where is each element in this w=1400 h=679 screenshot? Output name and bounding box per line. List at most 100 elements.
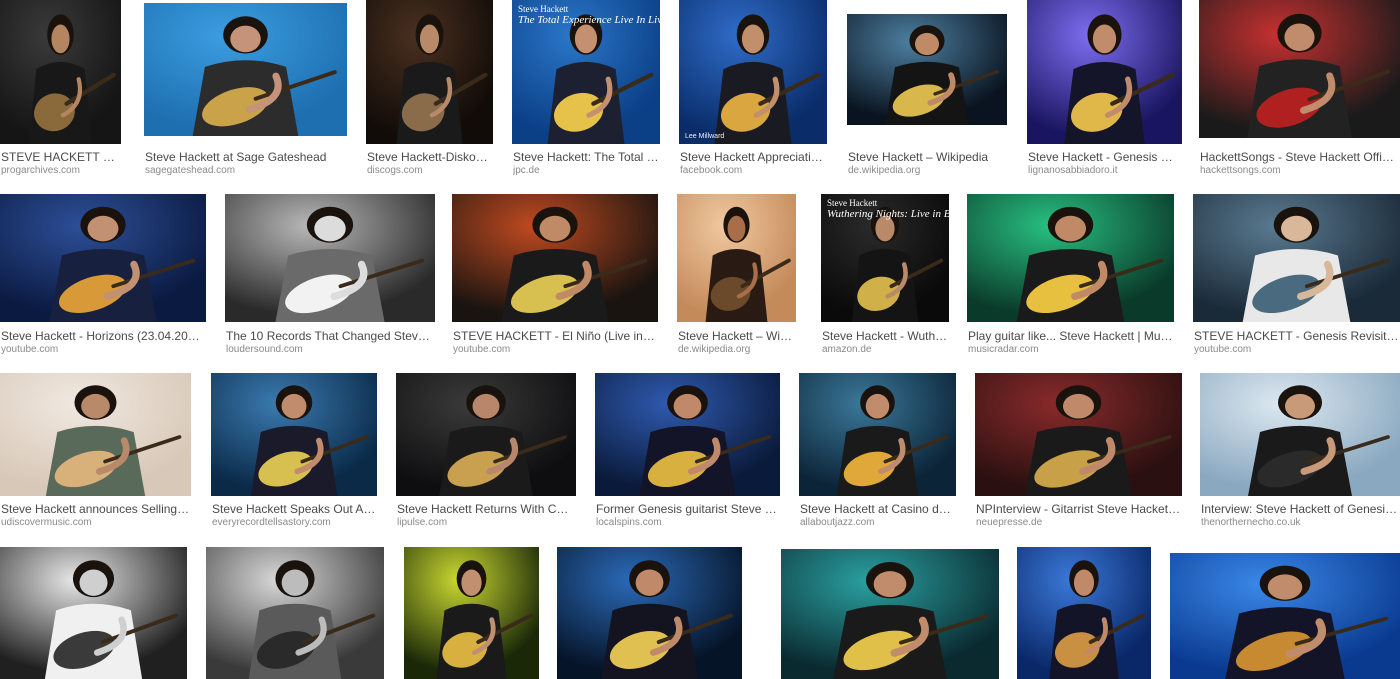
result-title[interactable]: NPInterview - Gitarrist Steve Hackett üb… bbox=[976, 502, 1181, 516]
thumbnail-photo bbox=[0, 0, 121, 144]
image-result[interactable]: Steve Hackett - Horizons (23.04.2014, Cr… bbox=[0, 194, 206, 355]
image-result[interactable]: Steve Hackett at Casino du Lac Le...alla… bbox=[799, 373, 956, 528]
image-result[interactable]: Steve Hackett at Sage Gateshead sagegates… bbox=[144, 3, 347, 176]
image-result[interactable]: Steve Hackett – Wikipediade.wikipedia.or… bbox=[677, 194, 796, 355]
image-result[interactable]: Steve Hackett – Wikipediade.wikipedia.or… bbox=[847, 14, 1007, 176]
result-thumbnail[interactable] bbox=[595, 373, 780, 496]
result-domain: udiscovermusic.com bbox=[1, 517, 92, 528]
result-thumbnail[interactable] bbox=[452, 194, 658, 322]
result-domain: jpc.de bbox=[513, 165, 540, 176]
result-thumbnail[interactable]: Lee Millward bbox=[679, 0, 827, 144]
result-title[interactable]: Steve Hackett – Wikipedia bbox=[848, 150, 1006, 164]
result-thumbnail[interactable] bbox=[557, 547, 742, 679]
image-result[interactable] bbox=[1017, 547, 1151, 679]
result-thumbnail[interactable] bbox=[206, 547, 384, 679]
image-result[interactable]: Steve Hackett Returns With Career-Spa...… bbox=[396, 373, 576, 528]
result-thumbnail[interactable]: Steve HackettWuthering Nights: Live in B… bbox=[821, 194, 949, 322]
result-thumbnail[interactable] bbox=[396, 373, 576, 496]
cover-artist-text: Steve Hackett bbox=[518, 4, 569, 14]
result-title[interactable]: Steve Hackett Returns With Career-Spa... bbox=[397, 502, 575, 516]
image-result[interactable]: Steve Hackett - Genesis Revival ...ligna… bbox=[1027, 0, 1182, 176]
result-thumbnail[interactable] bbox=[0, 0, 121, 144]
result-thumbnail[interactable] bbox=[677, 194, 796, 322]
result-thumbnail[interactable] bbox=[781, 549, 999, 679]
result-thumbnail[interactable] bbox=[0, 373, 191, 496]
image-result[interactable]: The 10 Records That Changed Steve Hacket… bbox=[225, 194, 435, 355]
image-result[interactable] bbox=[0, 547, 187, 679]
result-thumbnail[interactable] bbox=[975, 373, 1182, 496]
result-title[interactable]: Steve Hackett announces Selling England … bbox=[1, 502, 190, 516]
image-result[interactable]: Steve Hackett-Diskographi...discogs.com bbox=[366, 0, 493, 176]
thumbnail-photo bbox=[975, 373, 1182, 496]
result-thumbnail[interactable] bbox=[967, 194, 1174, 322]
result-title[interactable]: Steve Hackett - Horizons (23.04.2014, Cr… bbox=[1, 329, 205, 343]
thumbnail-photo bbox=[967, 194, 1174, 322]
image-result[interactable]: Former Genesis guitarist Steve Hackett h… bbox=[595, 373, 780, 528]
result-title[interactable]: Steve Hackett - Genesis Revival ... bbox=[1028, 150, 1181, 164]
result-thumbnail[interactable] bbox=[1170, 553, 1400, 679]
thumbnail-photo bbox=[396, 373, 576, 496]
result-thumbnail[interactable] bbox=[1027, 0, 1182, 144]
result-title[interactable]: Interview: Steve Hackett of Genesis ahea… bbox=[1201, 502, 1399, 516]
result-title[interactable]: STEVE HACKETT discogr... bbox=[1, 150, 120, 164]
result-title[interactable]: Steve Hackett at Sage Gateshead bbox=[145, 150, 346, 164]
result-domain: musicradar.com bbox=[968, 344, 1039, 355]
result-title[interactable]: The 10 Records That Changed Steve Hacket… bbox=[226, 329, 434, 343]
image-result[interactable]: Steve HackettWuthering Nights: Live in B… bbox=[821, 194, 949, 355]
result-thumbnail[interactable] bbox=[144, 3, 347, 136]
result-thumbnail[interactable] bbox=[0, 194, 206, 322]
result-domain: sagegateshead.com bbox=[145, 165, 236, 176]
result-thumbnail[interactable] bbox=[1199, 0, 1400, 138]
result-title[interactable]: STEVE HACKETT - El Niño (Live in Birming… bbox=[453, 329, 657, 343]
cover-artist-text: Steve Hackett bbox=[827, 198, 878, 208]
result-title[interactable]: Steve Hackett – Wikipedia bbox=[678, 329, 795, 343]
thumbnail-photo bbox=[0, 373, 191, 496]
result-thumbnail[interactable] bbox=[0, 547, 187, 679]
image-result[interactable] bbox=[781, 549, 999, 679]
result-thumbnail[interactable] bbox=[404, 547, 539, 679]
result-domain: youtube.com bbox=[453, 344, 511, 355]
result-title[interactable]: Play guitar like... Steve Hackett | Musi… bbox=[968, 329, 1173, 343]
image-result[interactable]: Play guitar like... Steve Hackett | Musi… bbox=[967, 194, 1174, 355]
image-result[interactable]: STEVE HACKETT - El Niño (Live in Birming… bbox=[452, 194, 658, 355]
result-thumbnail[interactable]: Steve Hackett The Total Experience Live I… bbox=[512, 0, 660, 144]
result-title[interactable]: Former Genesis guitarist Steve Hackett h… bbox=[596, 502, 779, 516]
result-domain: discogs.com bbox=[367, 165, 423, 176]
image-result[interactable] bbox=[404, 547, 539, 679]
image-result[interactable] bbox=[206, 547, 384, 679]
result-thumbnail[interactable] bbox=[1017, 547, 1151, 679]
result-thumbnail[interactable] bbox=[799, 373, 956, 496]
result-title[interactable]: HackettSongs - Steve Hackett Official We… bbox=[1200, 150, 1399, 164]
image-result[interactable] bbox=[1170, 553, 1400, 679]
thumbnail-photo bbox=[1199, 0, 1400, 138]
image-result[interactable]: Steve Hackett The Total Experience Live I… bbox=[512, 0, 660, 176]
image-result[interactable]: Lee Millward Steve Hackett Appreciation S… bbox=[679, 0, 827, 176]
result-title[interactable]: Steve Hackett Speaks Out About Re... bbox=[212, 502, 376, 516]
result-domain: neuepresse.de bbox=[976, 517, 1043, 528]
result-thumbnail[interactable] bbox=[211, 373, 377, 496]
result-thumbnail[interactable] bbox=[225, 194, 435, 322]
result-title[interactable]: Steve Hackett: The Total Experi... bbox=[513, 150, 659, 164]
image-result[interactable] bbox=[557, 547, 742, 679]
result-domain: allaboutjazz.com bbox=[800, 517, 875, 528]
result-title[interactable]: Steve Hackett Appreciation Soci... bbox=[680, 150, 826, 164]
image-result[interactable]: Steve Hackett Speaks Out About Re...ever… bbox=[211, 373, 377, 528]
thumbnail-photo bbox=[1170, 553, 1400, 679]
image-result[interactable]: Interview: Steve Hackett of Genesis ahea… bbox=[1200, 373, 1400, 528]
result-thumbnail[interactable] bbox=[366, 0, 493, 144]
image-result[interactable]: STEVE HACKETT discogr...progarchives.com bbox=[0, 0, 121, 176]
result-title[interactable]: STEVE HACKETT - Genesis Revisited: Live … bbox=[1194, 329, 1399, 343]
thumbnail-photo bbox=[211, 373, 377, 496]
result-title[interactable]: Steve Hackett-Diskographi... bbox=[367, 150, 492, 164]
image-result[interactable]: NPInterview - Gitarrist Steve Hackett üb… bbox=[975, 373, 1182, 528]
result-domain: facebook.com bbox=[680, 165, 743, 176]
result-thumbnail[interactable] bbox=[1200, 373, 1400, 496]
result-title[interactable]: Steve Hackett at Casino du Lac Le... bbox=[800, 502, 955, 516]
result-thumbnail[interactable] bbox=[1193, 194, 1400, 322]
result-thumbnail[interactable] bbox=[847, 14, 1007, 125]
thumbnail-photo bbox=[225, 194, 435, 322]
image-result[interactable]: STEVE HACKETT - Genesis Revisited: Live … bbox=[1193, 194, 1400, 355]
image-result[interactable]: Steve Hackett announces Selling England … bbox=[0, 373, 191, 528]
image-result[interactable]: HackettSongs - Steve Hackett Official We… bbox=[1199, 0, 1400, 176]
result-title[interactable]: Steve Hackett - Wuthering ... bbox=[822, 329, 948, 343]
